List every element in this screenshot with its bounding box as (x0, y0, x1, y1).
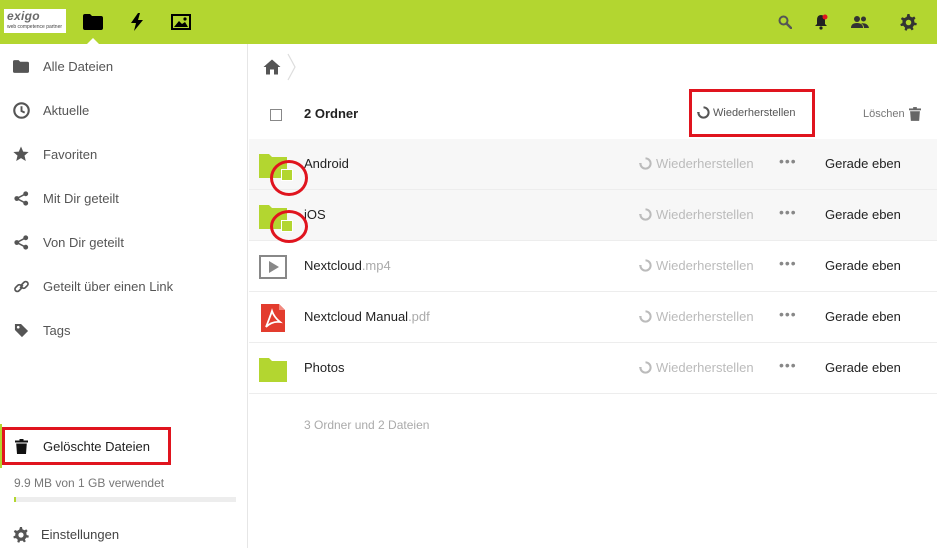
share-icon (12, 189, 30, 207)
folder-icon (259, 358, 287, 382)
list-header: 2 Ordner Wiederherstellen Löschen (249, 90, 937, 138)
sidebar-item-label: Tags (43, 322, 71, 338)
top-bar: exigo web competence partner (0, 0, 937, 44)
star-icon (12, 145, 30, 163)
sidebar: Alle Dateien Aktuelle Favoriten Mit Dir … (0, 44, 248, 548)
select-all-checkbox[interactable] (270, 109, 282, 121)
restore-icon (639, 157, 652, 170)
logo-tagline: web competence partner (7, 24, 63, 30)
settings-menu-button[interactable] (890, 0, 926, 44)
clock-icon (12, 101, 30, 119)
restore-button[interactable]: Wiederherstellen (639, 258, 754, 273)
sidebar-item-label: Aktuelle (43, 102, 90, 118)
app-activity[interactable] (115, 0, 159, 44)
restore-button[interactable]: Wiederherstellen (639, 360, 754, 375)
trash-icon (908, 107, 921, 121)
notifications-button[interactable] (803, 0, 839, 44)
app-files[interactable] (71, 0, 115, 44)
file-list-area: 2 Ordner Wiederherstellen Löschen Androi… (249, 44, 937, 548)
settings-label: Einstellungen (41, 527, 120, 542)
sidebar-item-tags[interactable]: Tags (0, 308, 248, 352)
highlight-checkbox-android (270, 160, 308, 196)
restore-icon (639, 259, 652, 272)
selection-count: 2 Ordner (304, 106, 359, 121)
image-icon (171, 14, 191, 30)
search-button[interactable] (767, 0, 803, 44)
quota-text: 9.9 MB von 1 GB verwendet (14, 476, 165, 490)
contacts-button[interactable] (842, 0, 878, 44)
restore-icon (639, 310, 652, 323)
file-name: Nextcloud.mp4 (304, 258, 391, 273)
search-icon (778, 15, 792, 29)
sidebar-settings[interactable]: Einstellungen (0, 516, 248, 548)
sidebar-item-recent[interactable]: Aktuelle (0, 88, 248, 132)
sidebar-item-label: Favoriten (43, 146, 98, 162)
deleted-date: Gerade eben (825, 360, 901, 375)
file-row-photos[interactable]: Photos Wiederherstellen ••• Gerade eben (249, 343, 937, 394)
quota-fill (14, 497, 17, 502)
restore-icon (639, 208, 652, 221)
breadcrumb (263, 54, 281, 80)
delete-selected-button[interactable]: Löschen (863, 107, 921, 121)
file-row-nextcloud-mp4[interactable]: Nextcloud.mp4 Wiederherstellen ••• Gerad… (249, 241, 937, 292)
sidebar-item-label: Mit Dir geteilt (43, 190, 119, 206)
breadcrumb-separator (287, 53, 296, 81)
file-row-android[interactable]: Android Wiederherstellen ••• Gerade eben (249, 139, 937, 190)
pdf-file-icon (261, 304, 285, 332)
home-icon[interactable] (263, 59, 281, 75)
deleted-date: Gerade eben (825, 156, 901, 171)
app-gallery[interactable] (159, 0, 203, 44)
deleted-date: Gerade eben (825, 207, 901, 222)
file-name: Android (304, 156, 349, 171)
sidebar-item-all-files[interactable]: Alle Dateien (0, 44, 248, 88)
more-actions-icon[interactable]: ••• (779, 204, 797, 220)
share-icon (12, 233, 30, 251)
gear-icon (899, 13, 917, 31)
file-row-nextcloud-manual-pdf[interactable]: Nextcloud Manual.pdf Wiederherstellen ••… (249, 292, 937, 343)
deleted-date: Gerade eben (825, 258, 901, 273)
sidebar-item-shared-by-you[interactable]: Von Dir geteilt (0, 220, 248, 264)
sidebar-item-label: Geteilt über einen Link (43, 278, 174, 294)
restore-button[interactable]: Wiederherstellen (639, 207, 754, 222)
sidebar-item-label: Alle Dateien (43, 58, 114, 74)
file-name: iOS (304, 207, 326, 222)
more-actions-icon[interactable]: ••• (779, 306, 797, 322)
deleted-date: Gerade eben (825, 309, 901, 324)
more-actions-icon[interactable]: ••• (779, 357, 797, 373)
highlight-deleted-files (2, 427, 171, 465)
restore-button[interactable]: Wiederherstellen (639, 156, 754, 171)
sidebar-item-shared-with-you[interactable]: Mit Dir geteilt (0, 176, 248, 220)
list-summary: 3 Ordner und 2 Dateien (304, 418, 430, 432)
folder-icon (83, 14, 103, 30)
delete-selected-label: Löschen (863, 108, 905, 120)
gear-icon (12, 526, 30, 544)
video-file-icon (259, 255, 287, 279)
more-actions-icon[interactable]: ••• (779, 255, 797, 271)
restore-icon (639, 361, 652, 374)
highlight-restore-button (689, 89, 815, 137)
more-actions-icon[interactable]: ••• (779, 153, 797, 169)
folder-icon (12, 57, 30, 75)
restore-button[interactable]: Wiederherstellen (639, 309, 754, 324)
sidebar-item-shared-by-link[interactable]: Geteilt über einen Link (0, 264, 248, 308)
contacts-icon (851, 16, 869, 28)
link-icon (12, 277, 30, 295)
file-row-ios[interactable]: iOS Wiederherstellen ••• Gerade eben (249, 190, 937, 241)
logo-text: exigo (7, 9, 40, 23)
quota-bar (14, 497, 236, 502)
file-name: Nextcloud Manual.pdf (304, 309, 430, 324)
exigo-logo[interactable]: exigo web competence partner (4, 9, 66, 33)
bell-icon (815, 14, 828, 30)
sidebar-item-label: Von Dir geteilt (43, 234, 124, 250)
sidebar-item-favorites[interactable]: Favoriten (0, 132, 248, 176)
highlight-checkbox-ios (270, 210, 308, 243)
file-name: Photos (304, 360, 345, 375)
lightning-icon (131, 13, 143, 31)
tag-icon (12, 321, 30, 339)
